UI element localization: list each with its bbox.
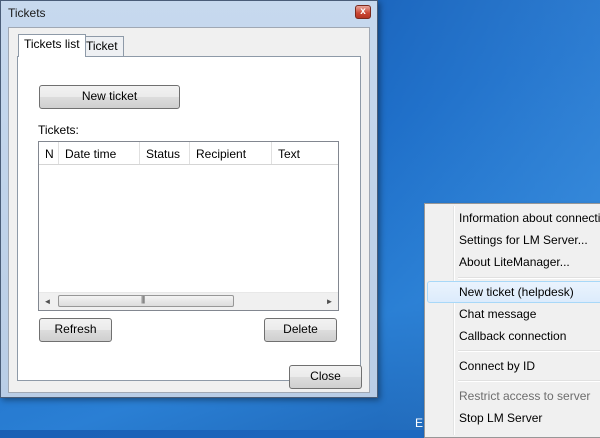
tickets-table[interactable]: N Date time Status Recipient Text ◄ ||| … (38, 141, 339, 311)
close-button[interactable]: Close (289, 365, 362, 389)
column-header-text[interactable]: Text (272, 142, 338, 164)
menu-item-connect-by-id[interactable]: Connect by ID (427, 355, 600, 377)
column-header-status[interactable]: Status (140, 142, 190, 164)
refresh-button[interactable]: Refresh (39, 318, 112, 342)
menu-separator (458, 380, 600, 382)
menu-item-restrict-access: Restrict access to server (459, 389, 591, 403)
menu-item-stop-lm-server[interactable]: Stop LM Server (427, 407, 600, 429)
tickets-window: Tickets x Tickets list Ticket New ticket… (0, 0, 378, 398)
menu-item-about[interactable]: About LiteManager... (427, 251, 600, 273)
scrollbar-thumb[interactable]: ||| (58, 295, 234, 307)
tab-label: Ticket (86, 39, 118, 53)
title-bar[interactable]: Tickets x (1, 1, 377, 25)
column-header-recipient[interactable]: Recipient (190, 142, 272, 164)
menu-item-information[interactable]: Information about connections (427, 207, 600, 229)
menu-item-callback-connection[interactable]: Callback connection (427, 325, 600, 347)
menu-item-settings[interactable]: Settings for LM Server... (427, 229, 600, 251)
delete-button[interactable]: Delete (264, 318, 337, 342)
tickets-label: Tickets: (38, 123, 79, 137)
scroll-right-icon[interactable]: ► (321, 293, 338, 310)
taskbar-partial-label: E (415, 416, 424, 430)
scroll-left-icon[interactable]: ◄ (39, 293, 56, 310)
window-close-button[interactable]: x (355, 5, 371, 19)
column-header-date-time[interactable]: Date time (59, 142, 140, 164)
grip-icon: ||| (141, 295, 145, 304)
menu-item-chat-message[interactable]: Chat message (427, 303, 600, 325)
menu-item-new-ticket[interactable]: New ticket (helpdesk) (427, 281, 600, 303)
horizontal-scrollbar[interactable]: ◄ ||| ► (39, 292, 338, 310)
menu-separator (458, 277, 600, 279)
window-client-area: Tickets list Ticket New ticket Tickets: … (8, 27, 370, 393)
table-header: N Date time Status Recipient Text (39, 142, 338, 165)
window-title: Tickets (8, 6, 46, 20)
close-icon: x (360, 6, 366, 17)
new-ticket-button[interactable]: New ticket (39, 85, 180, 109)
tray-context-menu: Information about connections Settings f… (424, 203, 600, 438)
column-header-n[interactable]: N (39, 142, 59, 164)
tab-ticket[interactable]: Ticket (80, 36, 124, 56)
tab-label: Tickets list (24, 37, 80, 51)
tab-tickets-list[interactable]: Tickets list (18, 34, 86, 57)
menu-separator (458, 350, 600, 352)
